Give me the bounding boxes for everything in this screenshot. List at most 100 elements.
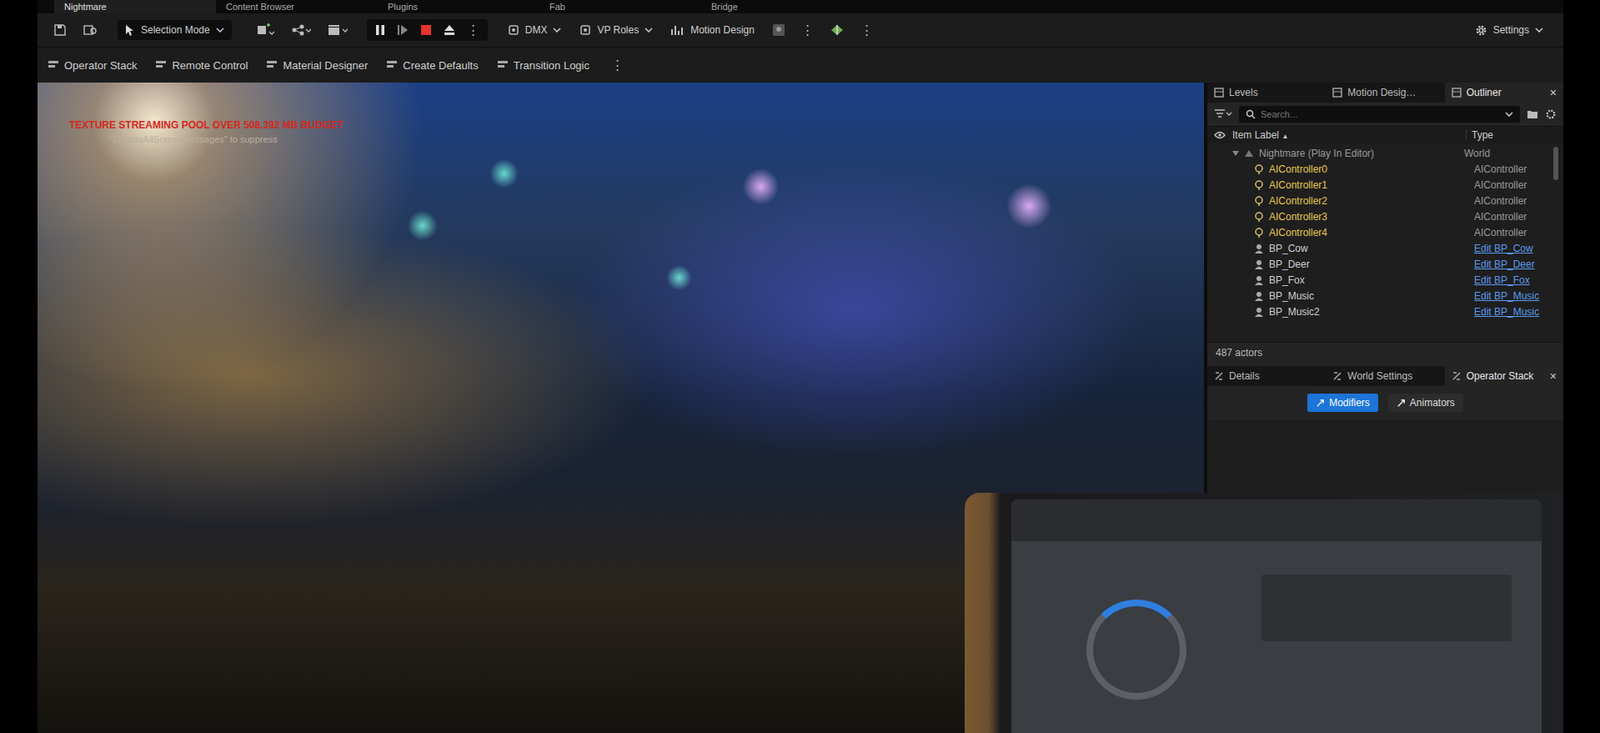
eject-button[interactable] bbox=[440, 21, 459, 39]
step-icon bbox=[396, 24, 409, 36]
outliner-list: Nightmare (Play In Editor) World AIContr… bbox=[1207, 143, 1564, 342]
toolbar-dropdown[interactable]: DMX bbox=[502, 20, 567, 41]
outliner-row[interactable]: BP_Fox Edit BP_Fox bbox=[1207, 271, 1564, 288]
actor-count: 487 actors bbox=[1207, 341, 1564, 363]
outliner-row[interactable]: BP_Music Edit BP_Music bbox=[1207, 287, 1564, 304]
panel-tab[interactable]: Outliner × bbox=[1444, 82, 1564, 103]
panel-tab[interactable]: Motion Desig… bbox=[1325, 82, 1445, 103]
secondary-toolbar: Operator Stack Remote Control Material D… bbox=[37, 46, 1564, 83]
chevron-icon bbox=[215, 27, 225, 33]
pause-icon bbox=[375, 24, 386, 36]
mode-button[interactable]: Animators bbox=[1388, 393, 1464, 412]
mode-icon bbox=[1396, 398, 1406, 408]
tablet-browser-bar bbox=[1011, 499, 1542, 542]
platform-button[interactable] bbox=[825, 20, 849, 41]
gear-icon[interactable] bbox=[1544, 108, 1557, 121]
add-folder-icon[interactable] bbox=[1526, 109, 1539, 120]
controller-icon bbox=[1253, 227, 1264, 238]
toolbar-dropdown[interactable]: VP Roles bbox=[574, 20, 658, 41]
panel-tab[interactable]: Details bbox=[1207, 366, 1326, 387]
browse-button[interactable] bbox=[79, 20, 103, 41]
blueprint-button[interactable] bbox=[286, 20, 316, 41]
panel-tab[interactable]: Levels bbox=[1207, 82, 1326, 103]
eye-icon bbox=[1213, 130, 1226, 140]
stop-button[interactable] bbox=[416, 21, 436, 39]
expand-arrow-icon[interactable] bbox=[1232, 150, 1239, 156]
editor-tab[interactable]: Fab bbox=[539, 0, 702, 14]
controller-icon bbox=[1253, 195, 1264, 206]
play-options-button[interactable]: ⋮ bbox=[463, 22, 483, 38]
tool-icon bbox=[386, 59, 398, 71]
close-tab-button[interactable]: × bbox=[1549, 369, 1557, 383]
step-button[interactable] bbox=[393, 21, 412, 39]
outliner-row[interactable]: AIController4 AIController bbox=[1207, 224, 1564, 241]
avatar-button[interactable] bbox=[767, 20, 790, 41]
more-button[interactable]: ⋮ bbox=[797, 22, 818, 38]
operator-stack-modes: Modifiers Animators bbox=[1207, 386, 1564, 420]
add-actor-button[interactable] bbox=[251, 20, 279, 41]
controller-icon bbox=[1253, 211, 1264, 222]
tool-icon bbox=[265, 59, 278, 71]
tab-icon bbox=[1451, 87, 1462, 98]
tablet-pad bbox=[1261, 574, 1512, 642]
outliner-row[interactable]: AIController2 AIController bbox=[1207, 192, 1564, 209]
search-icon bbox=[1245, 109, 1256, 120]
chevron-icon bbox=[552, 27, 562, 33]
settings-dropdown[interactable]: Settings bbox=[1469, 20, 1549, 41]
motion-design-button[interactable]: Motion Design bbox=[666, 20, 760, 41]
play-controls: ⋮ bbox=[366, 19, 488, 41]
save-button[interactable] bbox=[49, 20, 71, 41]
cinematics-button[interactable] bbox=[323, 20, 352, 41]
editor-tab-bar: NightmareContent BrowserPluginsFabBridge bbox=[37, 0, 1564, 14]
actor-icon bbox=[1253, 259, 1264, 270]
toolbar-button[interactable]: Create Defaults bbox=[386, 59, 478, 72]
more-button[interactable]: ⋮ bbox=[607, 57, 627, 73]
outliner-filter-bar: Search... bbox=[1207, 102, 1564, 126]
editor-tab[interactable]: Bridge bbox=[701, 0, 863, 14]
browse-icon bbox=[83, 23, 99, 37]
stop-icon bbox=[420, 24, 432, 36]
panel-tab[interactable]: World Settings bbox=[1325, 366, 1445, 387]
tab-icon bbox=[1213, 87, 1224, 98]
actor-icon bbox=[1253, 275, 1264, 286]
filter-icon bbox=[1213, 109, 1233, 120]
tab-icon bbox=[1213, 371, 1224, 382]
tab-icon bbox=[1451, 371, 1462, 382]
editor-tab[interactable]: Nightmare bbox=[54, 0, 216, 14]
outliner-row[interactable]: BP_Deer Edit BP_Deer bbox=[1207, 255, 1564, 272]
outliner-row[interactable]: AIController1 AIController bbox=[1207, 176, 1564, 193]
clapper-icon bbox=[327, 23, 348, 37]
tool-icon bbox=[507, 24, 520, 36]
editor-tab[interactable]: Plugins bbox=[377, 0, 540, 14]
outliner-row[interactable]: AIController3 AIController bbox=[1207, 208, 1564, 225]
outliner-row[interactable]: BP_Music2 Edit BP_Music bbox=[1207, 303, 1564, 320]
tab-icon bbox=[1332, 87, 1343, 98]
pause-button[interactable] bbox=[371, 21, 389, 39]
chevron-icon bbox=[1504, 111, 1514, 117]
tool-icon bbox=[47, 59, 60, 71]
mode-dropdown[interactable]: Selection Mode bbox=[117, 20, 232, 41]
mode-button[interactable]: Modifiers bbox=[1307, 393, 1379, 412]
outliner-row[interactable]: BP_Cow Edit BP_Cow bbox=[1207, 240, 1564, 256]
outliner-row[interactable]: AIController0 AIController bbox=[1207, 160, 1564, 177]
unreal-editor: NightmareContent BrowserPluginsFabBridge… bbox=[0, 0, 1600, 733]
save-icon bbox=[53, 23, 67, 37]
cursor-icon bbox=[125, 24, 136, 36]
close-tab-button[interactable]: × bbox=[1549, 85, 1557, 100]
details-tabs: Details World Settings Operator Stack × bbox=[1207, 366, 1564, 387]
item-label-column[interactable]: Item Label ▲ bbox=[1232, 129, 1460, 141]
toolbar-button[interactable]: Material Designer bbox=[265, 59, 368, 72]
scrollbar[interactable] bbox=[1553, 146, 1559, 181]
panel-tab[interactable]: Operator Stack × bbox=[1444, 366, 1564, 387]
toolbar-button[interactable]: Remote Control bbox=[155, 59, 248, 72]
type-column[interactable]: Type bbox=[1465, 129, 1494, 141]
toolbar-button[interactable]: Operator Stack bbox=[47, 59, 137, 72]
outliner-search[interactable]: Search... bbox=[1238, 105, 1520, 123]
tool-icon bbox=[496, 59, 509, 71]
controller-icon bbox=[1253, 180, 1264, 191]
editor-tab[interactable]: Content Browser bbox=[215, 0, 378, 14]
toolbar-button[interactable]: Transition Logic bbox=[496, 59, 590, 72]
screen-messages: TEXTURE STREAMING POOL OVER 508.392 MB B… bbox=[69, 119, 344, 145]
outliner-row[interactable]: Nightmare (Play In Editor) World bbox=[1207, 145, 1564, 161]
more-button[interactable]: ⋮ bbox=[857, 22, 877, 38]
